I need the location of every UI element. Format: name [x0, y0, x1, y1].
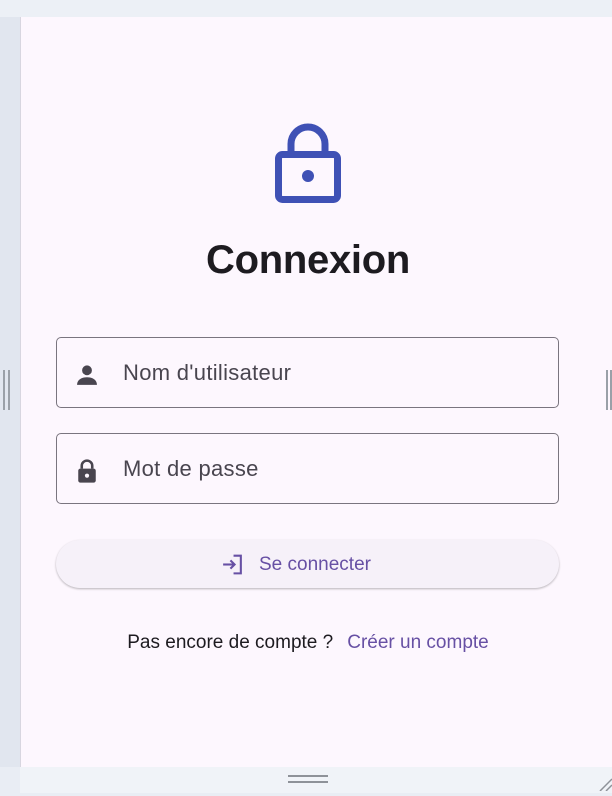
- username-field[interactable]: Nom d'utilisateur: [56, 337, 559, 408]
- create-account-link[interactable]: Créer un compte: [347, 632, 489, 653]
- page-title: Connexion: [206, 238, 410, 282]
- username-placeholder: Nom d'utilisateur: [123, 360, 292, 385]
- lock-icon: [73, 457, 101, 485]
- window-top-strip: [0, 0, 612, 17]
- left-resize-handle[interactable]: [3, 370, 10, 410]
- resize-corner-icon[interactable]: [596, 775, 612, 792]
- signup-prompt: Pas encore de compte ? Créer un compte: [20, 632, 596, 654]
- lock-icon: [274, 118, 342, 204]
- person-icon: [73, 361, 101, 389]
- right-resize-handle[interactable]: [604, 370, 612, 410]
- signup-question: Pas encore de compte ?: [127, 632, 334, 653]
- login-button[interactable]: Se connecter: [56, 540, 559, 588]
- login-icon: [220, 552, 245, 577]
- bottom-resize-handle[interactable]: [288, 775, 328, 784]
- password-placeholder: Mot de passe: [123, 456, 259, 481]
- login-button-label: Se connecter: [259, 554, 371, 575]
- password-field[interactable]: Mot de passe: [56, 433, 559, 504]
